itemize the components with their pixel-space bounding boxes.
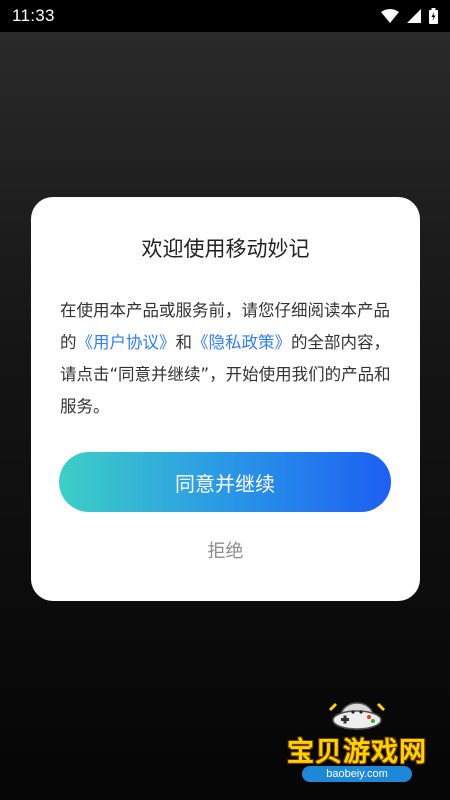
body-text-part2: 和 — [175, 333, 193, 352]
watermark: 宝贝游戏网 baobeiy.com — [272, 700, 442, 790]
user-agreement-link[interactable]: 《用户协议》 — [77, 333, 176, 352]
watermark-text: 宝贝游戏网 — [287, 737, 427, 768]
watermark-url: baobeiy.com — [302, 766, 412, 782]
reject-button[interactable]: 拒绝 — [31, 535, 420, 565]
status-bar: 11:33 — [0, 0, 450, 32]
privacy-policy-link[interactable]: 《隐私政策》 — [192, 333, 291, 352]
dialog-body: 在使用本产品或服务前，请您仔细阅读本产品的《用户协议》和《隐私政策》的全部内容，… — [60, 295, 395, 423]
status-icons — [381, 8, 438, 24]
status-time: 11:33 — [12, 6, 55, 25]
privacy-dialog: 欢迎使用移动妙记 在使用本产品或服务前，请您仔细阅读本产品的《用户协议》和《隐私… — [31, 197, 420, 601]
wifi-icon — [381, 9, 399, 23]
battery-icon — [429, 8, 438, 24]
dialog-title: 欢迎使用移动妙记 — [141, 237, 310, 261]
signal-icon — [407, 9, 421, 23]
agree-continue-button[interactable]: 同意并继续 — [59, 452, 391, 512]
